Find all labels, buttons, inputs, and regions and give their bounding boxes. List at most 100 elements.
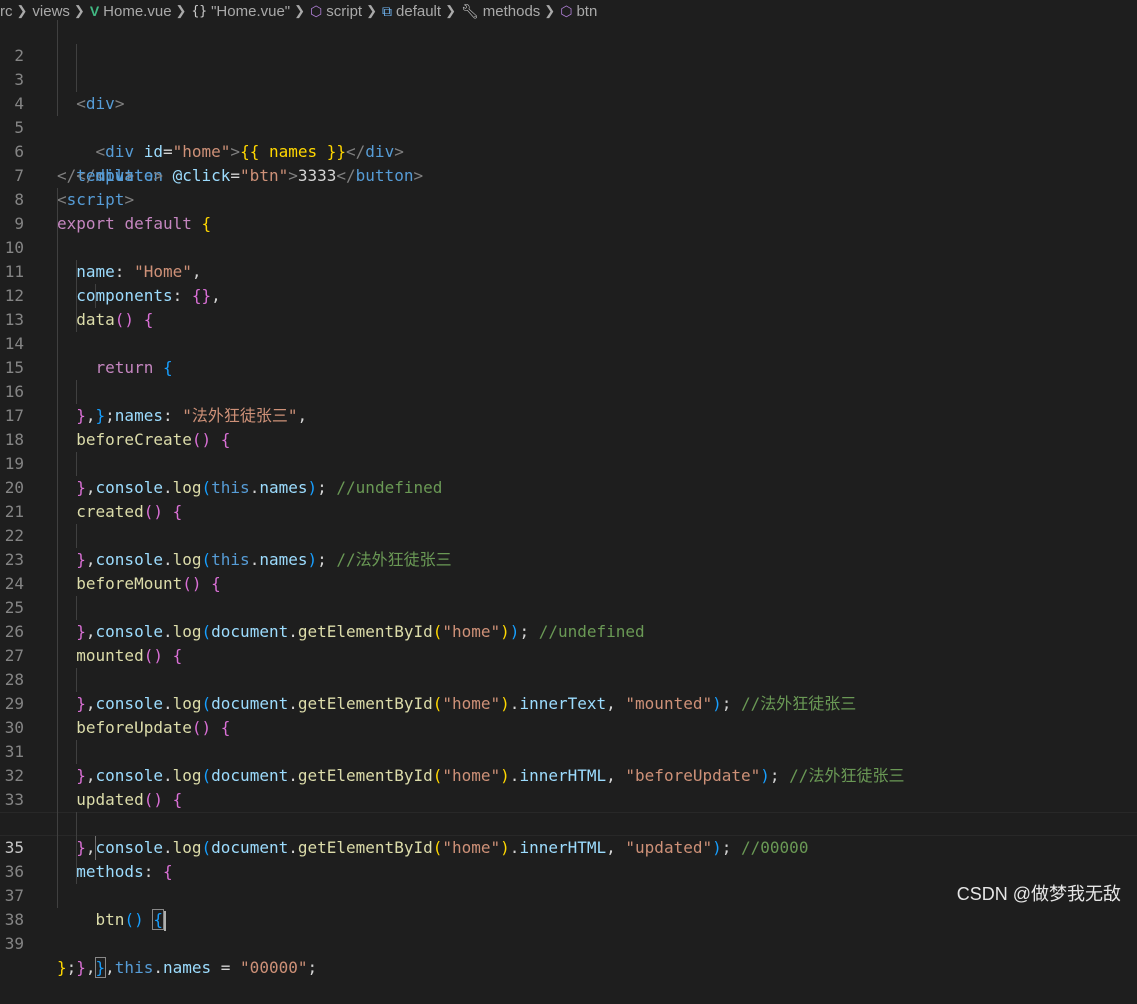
code-line[interactable]: 18 }, bbox=[0, 404, 1137, 497]
code-line[interactable]: 16 beforeCreate() { bbox=[0, 356, 1137, 449]
code-line[interactable]: 20 console.log(this.names); //法外狂徒张三 bbox=[0, 452, 1137, 569]
indent-guide bbox=[76, 452, 77, 476]
code-line[interactable]: 15 }, bbox=[0, 332, 1137, 425]
wrench-icon: 🔧︎ bbox=[460, 2, 479, 19]
code-line[interactable]: 12 return { bbox=[0, 260, 1137, 377]
indent-guide bbox=[57, 524, 58, 548]
indent-guide bbox=[57, 452, 58, 476]
code-line[interactable]: 22 beforeMount() { bbox=[0, 500, 1137, 593]
indent-guide bbox=[57, 764, 58, 788]
indent-guide bbox=[57, 92, 58, 116]
indent-guide bbox=[57, 644, 58, 668]
code-line[interactable]: 19 created() { bbox=[0, 428, 1137, 521]
code-line[interactable]: 8 export default { bbox=[0, 164, 1137, 233]
code-line[interactable]: 7 <script> bbox=[0, 140, 1137, 209]
indent-guide bbox=[57, 212, 58, 236]
indent-guide bbox=[57, 860, 58, 884]
breadcrumb-item-views[interactable]: views bbox=[32, 3, 70, 20]
code-line[interactable]: 36 this.names = "00000"; bbox=[0, 836, 1137, 977]
indent-guide bbox=[57, 404, 58, 428]
code-line[interactable]: 10 components: {}, bbox=[0, 212, 1137, 305]
indent-guide bbox=[57, 380, 58, 404]
indent-guide bbox=[76, 284, 77, 308]
indent-guide bbox=[76, 380, 77, 404]
code-line[interactable]: 30 }, bbox=[0, 692, 1137, 785]
indent-guide bbox=[76, 524, 77, 548]
indent-guide bbox=[57, 884, 58, 908]
json-braces-icon: {} bbox=[191, 3, 208, 19]
code-line[interactable]: 6 </template> bbox=[0, 116, 1137, 185]
indent-guide bbox=[95, 284, 96, 308]
chevron-right-icon: ❯ bbox=[16, 3, 28, 18]
code-line[interactable]: 17 console.log(this.names); //undefined bbox=[0, 380, 1137, 497]
breadcrumb-item-file[interactable]: V Home.vue bbox=[90, 3, 172, 20]
chevron-right-icon: ❯ bbox=[294, 3, 306, 18]
chevron-right-icon: ❯ bbox=[366, 3, 378, 18]
code-line[interactable]: 28 beforeUpdate() { bbox=[0, 644, 1137, 737]
indent-guide bbox=[76, 836, 77, 860]
indent-guide bbox=[57, 620, 58, 644]
indent-guide bbox=[57, 260, 58, 284]
indent-guide bbox=[57, 716, 58, 740]
code-line[interactable]: 34 methods: { bbox=[0, 788, 1137, 881]
indent-guide bbox=[57, 356, 58, 380]
indent-guide bbox=[76, 812, 77, 836]
indent-guide bbox=[57, 20, 58, 44]
indent-guide bbox=[76, 68, 77, 92]
breadcrumb-item-script[interactable]: ⬡ script bbox=[310, 3, 362, 20]
code-line[interactable]: 11 data() { bbox=[0, 236, 1137, 329]
code-line[interactable]: 29 console.log(document.getElementById("… bbox=[0, 668, 1137, 785]
indent-guide bbox=[57, 500, 58, 524]
indent-guide bbox=[76, 308, 77, 332]
code-line[interactable]: 23 console.log(document.getElementById("… bbox=[0, 524, 1137, 641]
breadcrumb-item-src[interactable]: rc bbox=[0, 3, 13, 20]
indent-guide bbox=[57, 836, 58, 860]
code-line[interactable]: 13 names: "法外狂徒张三", bbox=[0, 284, 1137, 425]
code-line[interactable]: 2 <div> bbox=[0, 20, 1137, 113]
chevron-right-icon: ❯ bbox=[175, 3, 187, 18]
indent-guide bbox=[57, 740, 58, 764]
indent-guide bbox=[57, 68, 58, 92]
code-line[interactable]: 3 <div id="home">{{ names }}</div> bbox=[0, 44, 1137, 161]
indent-guide bbox=[76, 260, 77, 284]
watermark: CSDN @做梦我无敌 bbox=[956, 884, 1121, 904]
indent-guide bbox=[57, 188, 58, 212]
code-line[interactable]: 9 name: "Home", bbox=[0, 188, 1137, 281]
vue-file-icon: V bbox=[89, 3, 100, 19]
code-line[interactable]: 5 </div> bbox=[0, 92, 1137, 185]
code-line[interactable]: 26 console.log(document.getElementById("… bbox=[0, 596, 1137, 713]
indent-guide bbox=[57, 692, 58, 716]
indent-guide bbox=[76, 596, 77, 620]
breadcrumb-item-methods[interactable]: 🔧︎ methods bbox=[461, 3, 540, 20]
indent-guide bbox=[57, 44, 58, 68]
indent-guide bbox=[57, 332, 58, 356]
code-line[interactable]: 14 }; bbox=[0, 308, 1137, 425]
breadcrumb-item-default[interactable]: ⧉ default bbox=[382, 3, 441, 20]
cube-icon: ⬡ bbox=[310, 2, 323, 19]
indent-guide bbox=[57, 788, 58, 812]
indent-guide bbox=[57, 812, 58, 836]
indent-guide bbox=[57, 476, 58, 500]
code-line[interactable]: 39 }; bbox=[0, 908, 1137, 977]
code-line[interactable]: 33 }, bbox=[0, 764, 1137, 857]
code-line-current[interactable]: 35 btn() { bbox=[0, 812, 1137, 931]
code-line[interactable]: 27 }, bbox=[0, 620, 1137, 713]
code-line[interactable]: 4 <button @click="btn">3333</button> bbox=[0, 68, 1137, 185]
code-line[interactable]: 21 }, bbox=[0, 476, 1137, 569]
code-line[interactable]: 31 updated() { bbox=[0, 716, 1137, 809]
indent-guide bbox=[57, 596, 58, 620]
code-line[interactable]: 25 mounted() { bbox=[0, 572, 1137, 665]
breadcrumb: rc ❯ views ❯ V Home.vue ❯ {} "Home.vue" ❯ … bbox=[0, 0, 1137, 22]
breadcrumb-item-module[interactable]: {} "Home.vue" bbox=[191, 3, 290, 20]
indent-guide bbox=[57, 428, 58, 452]
code-editor[interactable]: 2 <div> 3 <div id="home">{{ names }}</di… bbox=[0, 20, 1137, 978]
indent-guide bbox=[57, 236, 58, 260]
breadcrumb-item-btn[interactable]: ⬡ btn bbox=[560, 3, 597, 20]
active-indent-guide bbox=[95, 836, 96, 860]
method-cube-icon: ⬡ bbox=[560, 2, 573, 19]
line-code: }; bbox=[57, 958, 77, 977]
indent-guide bbox=[57, 572, 58, 596]
code-line[interactable]: 32 console.log(document.getElementById("… bbox=[0, 740, 1137, 857]
code-line[interactable]: 24 }, bbox=[0, 548, 1137, 641]
field-icon: ⧉ bbox=[382, 2, 393, 19]
